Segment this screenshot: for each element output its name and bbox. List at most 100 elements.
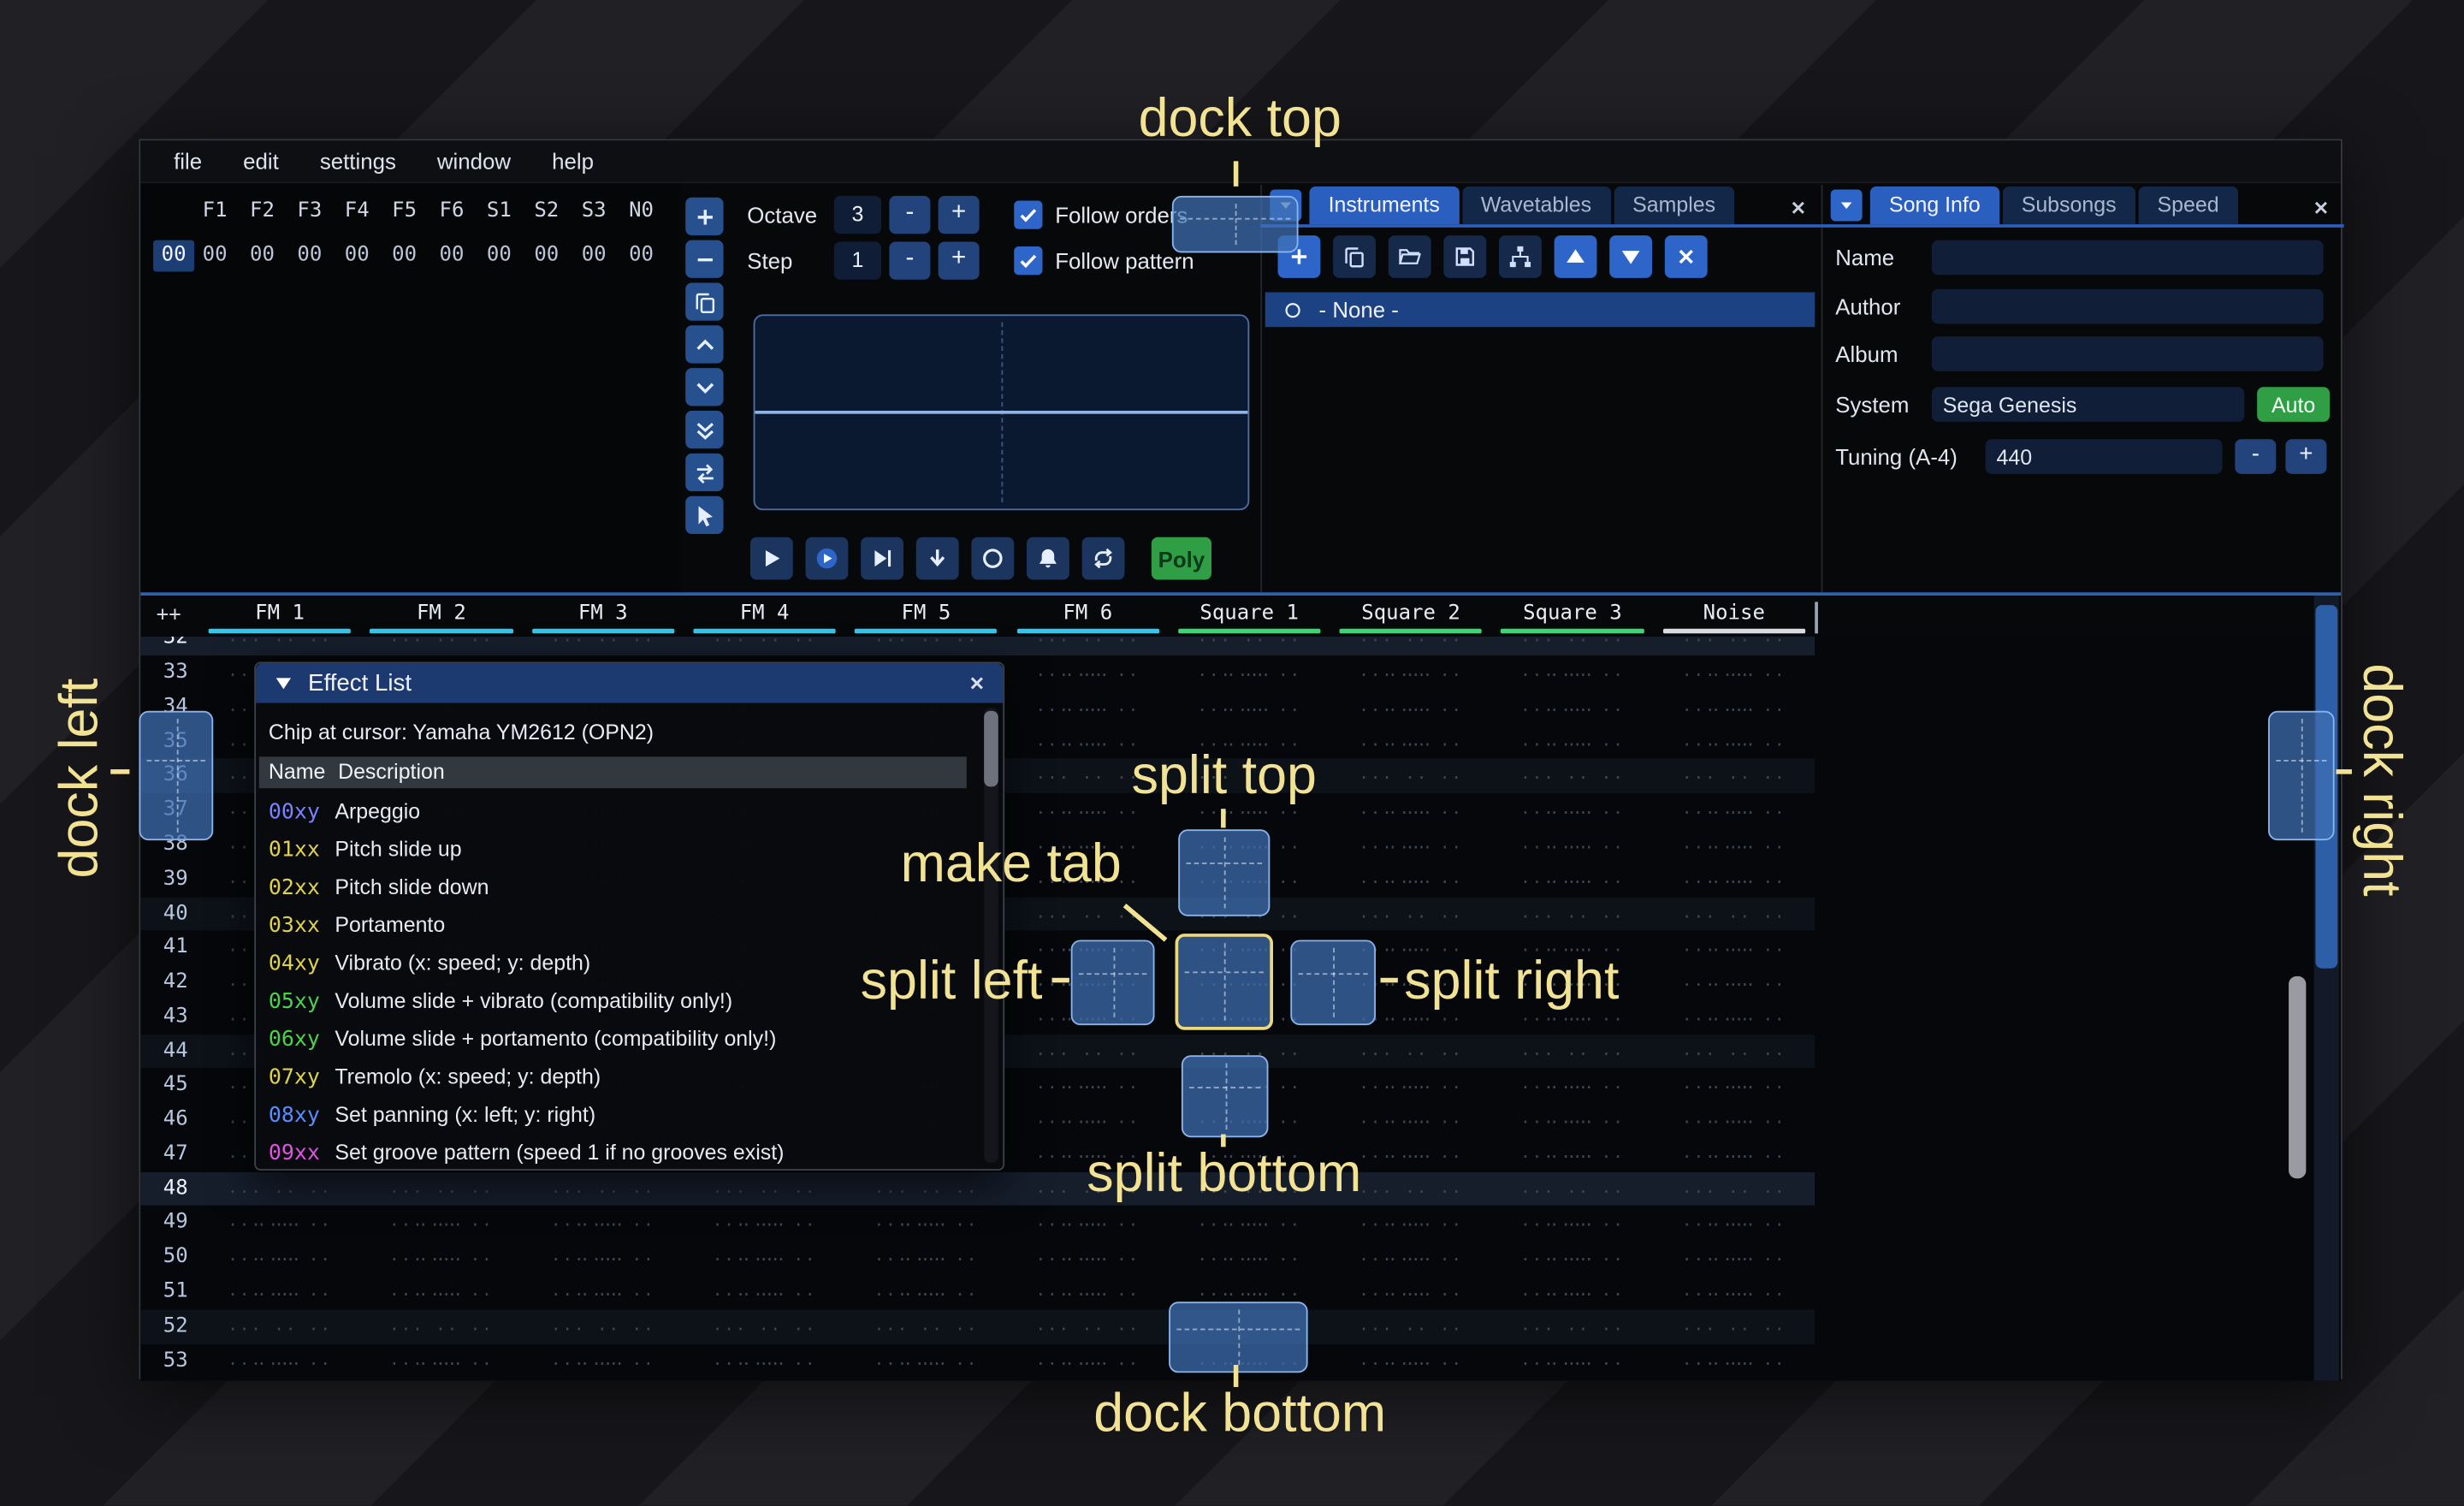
- split-bottom-target[interactable]: [1182, 1055, 1269, 1137]
- dock-right-target[interactable]: [2268, 711, 2335, 840]
- collapse-arrow-icon[interactable]: [272, 672, 296, 696]
- effect-list-titlebar[interactable]: Effect List: [256, 663, 1003, 703]
- move-order-up-button[interactable]: [685, 325, 723, 363]
- step-value[interactable]: 1: [834, 241, 881, 279]
- tuning-input[interactable]: [1986, 439, 2223, 474]
- repeat-pattern-button[interactable]: [1082, 537, 1125, 580]
- effect-list-scrollbar-thumb[interactable]: [984, 711, 998, 787]
- order-cell[interactable]: 00: [286, 240, 333, 272]
- channel-header[interactable]: Square 3: [1491, 599, 1653, 637]
- channel-header[interactable]: Square 2: [1330, 599, 1492, 637]
- channel-header[interactable]: FM 5: [845, 599, 1007, 637]
- split-top-target[interactable]: [1178, 829, 1270, 916]
- pattern-cell[interactable]: ... .. .. ....: [1653, 1343, 1815, 1380]
- tuning-decrease-button[interactable]: -: [2235, 439, 2276, 474]
- duplicate-order-button[interactable]: [685, 282, 723, 320]
- pattern-cell[interactable]: ... .. .. ....: [684, 1343, 845, 1380]
- split-right-target[interactable]: [1290, 940, 1376, 1025]
- order-cell[interactable]: 00: [570, 240, 617, 272]
- system-auto-button[interactable]: Auto: [2257, 387, 2330, 422]
- pattern-cell[interactable]: ... .. .. ....: [199, 1343, 361, 1380]
- song-name-input[interactable]: [1932, 240, 2324, 276]
- channel-header[interactable]: Noise: [1653, 599, 1815, 637]
- song-tab-speed[interactable]: Speed: [2138, 187, 2237, 224]
- order-cell[interactable]: 00: [523, 240, 570, 272]
- instruments-tab-samples[interactable]: Samples: [1614, 187, 1734, 224]
- pattern-cell[interactable]: ... .. .. ....: [1491, 1343, 1653, 1380]
- play-once-button[interactable]: [861, 537, 903, 580]
- pattern-row[interactable]: 49... .. .. ....... .. .. ....... .. .. …: [140, 1207, 2341, 1241]
- duplicate-instrument-button[interactable]: [1333, 235, 1376, 278]
- menu-item-edit[interactable]: edit: [222, 140, 299, 181]
- open-instrument-button[interactable]: [1389, 235, 1431, 278]
- move-instrument-down-button[interactable]: [1609, 235, 1652, 278]
- song-system-input[interactable]: [1932, 387, 2245, 422]
- instruments-tab-wavetables[interactable]: Wavetables: [1462, 187, 1611, 224]
- metronome-button[interactable]: [1027, 537, 1069, 580]
- song-tab-subsongs[interactable]: Subsongs: [2003, 187, 2135, 224]
- pattern-row[interactable]: 32... .. .. ....... .. .. ....... .. .. …: [140, 637, 2341, 655]
- order-cell[interactable]: 00: [381, 240, 428, 272]
- delete-instrument-button[interactable]: [1665, 235, 1708, 278]
- pattern-cell[interactable]: ... .. .. ....: [1007, 1343, 1169, 1380]
- window-scrollbar-thumb[interactable]: [2289, 976, 2306, 1178]
- channel-header[interactable]: FM 6: [1007, 599, 1169, 637]
- octave-decrease-button[interactable]: -: [889, 196, 930, 234]
- dock-bottom-target[interactable]: [1169, 1301, 1307, 1373]
- poly-button[interactable]: Poly: [1152, 537, 1211, 580]
- duplicate-order-end-button[interactable]: [685, 411, 723, 448]
- order-cell[interactable]: 00: [191, 240, 238, 272]
- order-row-index[interactable]: 00: [153, 240, 194, 272]
- instruments-tab-instruments[interactable]: Instruments: [1309, 187, 1459, 224]
- song-author-input[interactable]: [1932, 289, 2324, 324]
- order-cell[interactable]: 00: [239, 240, 286, 272]
- add-order-button[interactable]: [685, 198, 723, 235]
- song-album-input[interactable]: [1932, 336, 2324, 371]
- menu-item-settings[interactable]: settings: [299, 140, 417, 181]
- change-all-orders-button[interactable]: [685, 454, 723, 491]
- pattern-row[interactable]: 50... .. .. ....... .. .. ....... .. .. …: [140, 1241, 2341, 1275]
- make-tab-target[interactable]: [1176, 934, 1273, 1030]
- step-one-row-button[interactable]: [916, 537, 959, 580]
- move-instrument-up-button[interactable]: [1555, 235, 1597, 278]
- pattern-expand-button[interactable]: ++: [157, 603, 181, 627]
- instrument-list-item-none[interactable]: - None -: [1265, 293, 1815, 328]
- menu-item-window[interactable]: window: [417, 140, 531, 181]
- order-cell[interactable]: 00: [476, 240, 523, 272]
- follow-orders-checkbox[interactable]: [1014, 200, 1042, 228]
- play-button[interactable]: [750, 537, 793, 580]
- song-tab-song-info[interactable]: Song Info: [1870, 187, 1999, 224]
- order-edit-mode-button[interactable]: [685, 496, 723, 534]
- pattern-cell[interactable]: ... .. .. ....: [1330, 1343, 1492, 1380]
- remove-order-button[interactable]: [685, 240, 723, 278]
- octave-value[interactable]: 3: [834, 196, 881, 234]
- save-instrument-button[interactable]: [1443, 235, 1486, 278]
- effect-list-scrollbar[interactable]: [984, 708, 998, 1163]
- channel-header[interactable]: FM 1: [199, 599, 361, 637]
- instrument-folders-button[interactable]: [1499, 235, 1542, 278]
- octave-increase-button[interactable]: +: [939, 196, 980, 234]
- tuning-increase-button[interactable]: +: [2285, 439, 2326, 474]
- panel-resize-handle[interactable]: [140, 592, 2341, 596]
- play-from-start-button[interactable]: [806, 537, 849, 580]
- follow-pattern-checkbox[interactable]: [1014, 246, 1042, 275]
- close-icon[interactable]: [1788, 198, 1809, 218]
- move-order-down-button[interactable]: [685, 368, 723, 406]
- dock-top-target[interactable]: [1172, 196, 1299, 252]
- split-left-target[interactable]: [1071, 940, 1155, 1025]
- song-window-menu-button[interactable]: [1831, 190, 1863, 222]
- channel-header[interactable]: FM 2: [360, 599, 522, 637]
- order-cell[interactable]: 00: [334, 240, 381, 272]
- order-cell[interactable]: 00: [428, 240, 475, 272]
- close-icon[interactable]: [2311, 198, 2331, 218]
- dock-left-target[interactable]: [139, 711, 213, 840]
- channel-header[interactable]: FM 4: [684, 599, 845, 637]
- channel-header[interactable]: Square 1: [1169, 599, 1330, 637]
- channel-header[interactable]: FM 3: [522, 599, 684, 637]
- menu-item-file[interactable]: file: [153, 140, 222, 181]
- menu-item-help[interactable]: help: [531, 140, 614, 181]
- order-cell[interactable]: 00: [618, 240, 665, 272]
- pattern-cell[interactable]: ... .. .. ....: [522, 1343, 684, 1380]
- step-increase-button[interactable]: +: [939, 241, 980, 279]
- close-icon[interactable]: [967, 673, 987, 693]
